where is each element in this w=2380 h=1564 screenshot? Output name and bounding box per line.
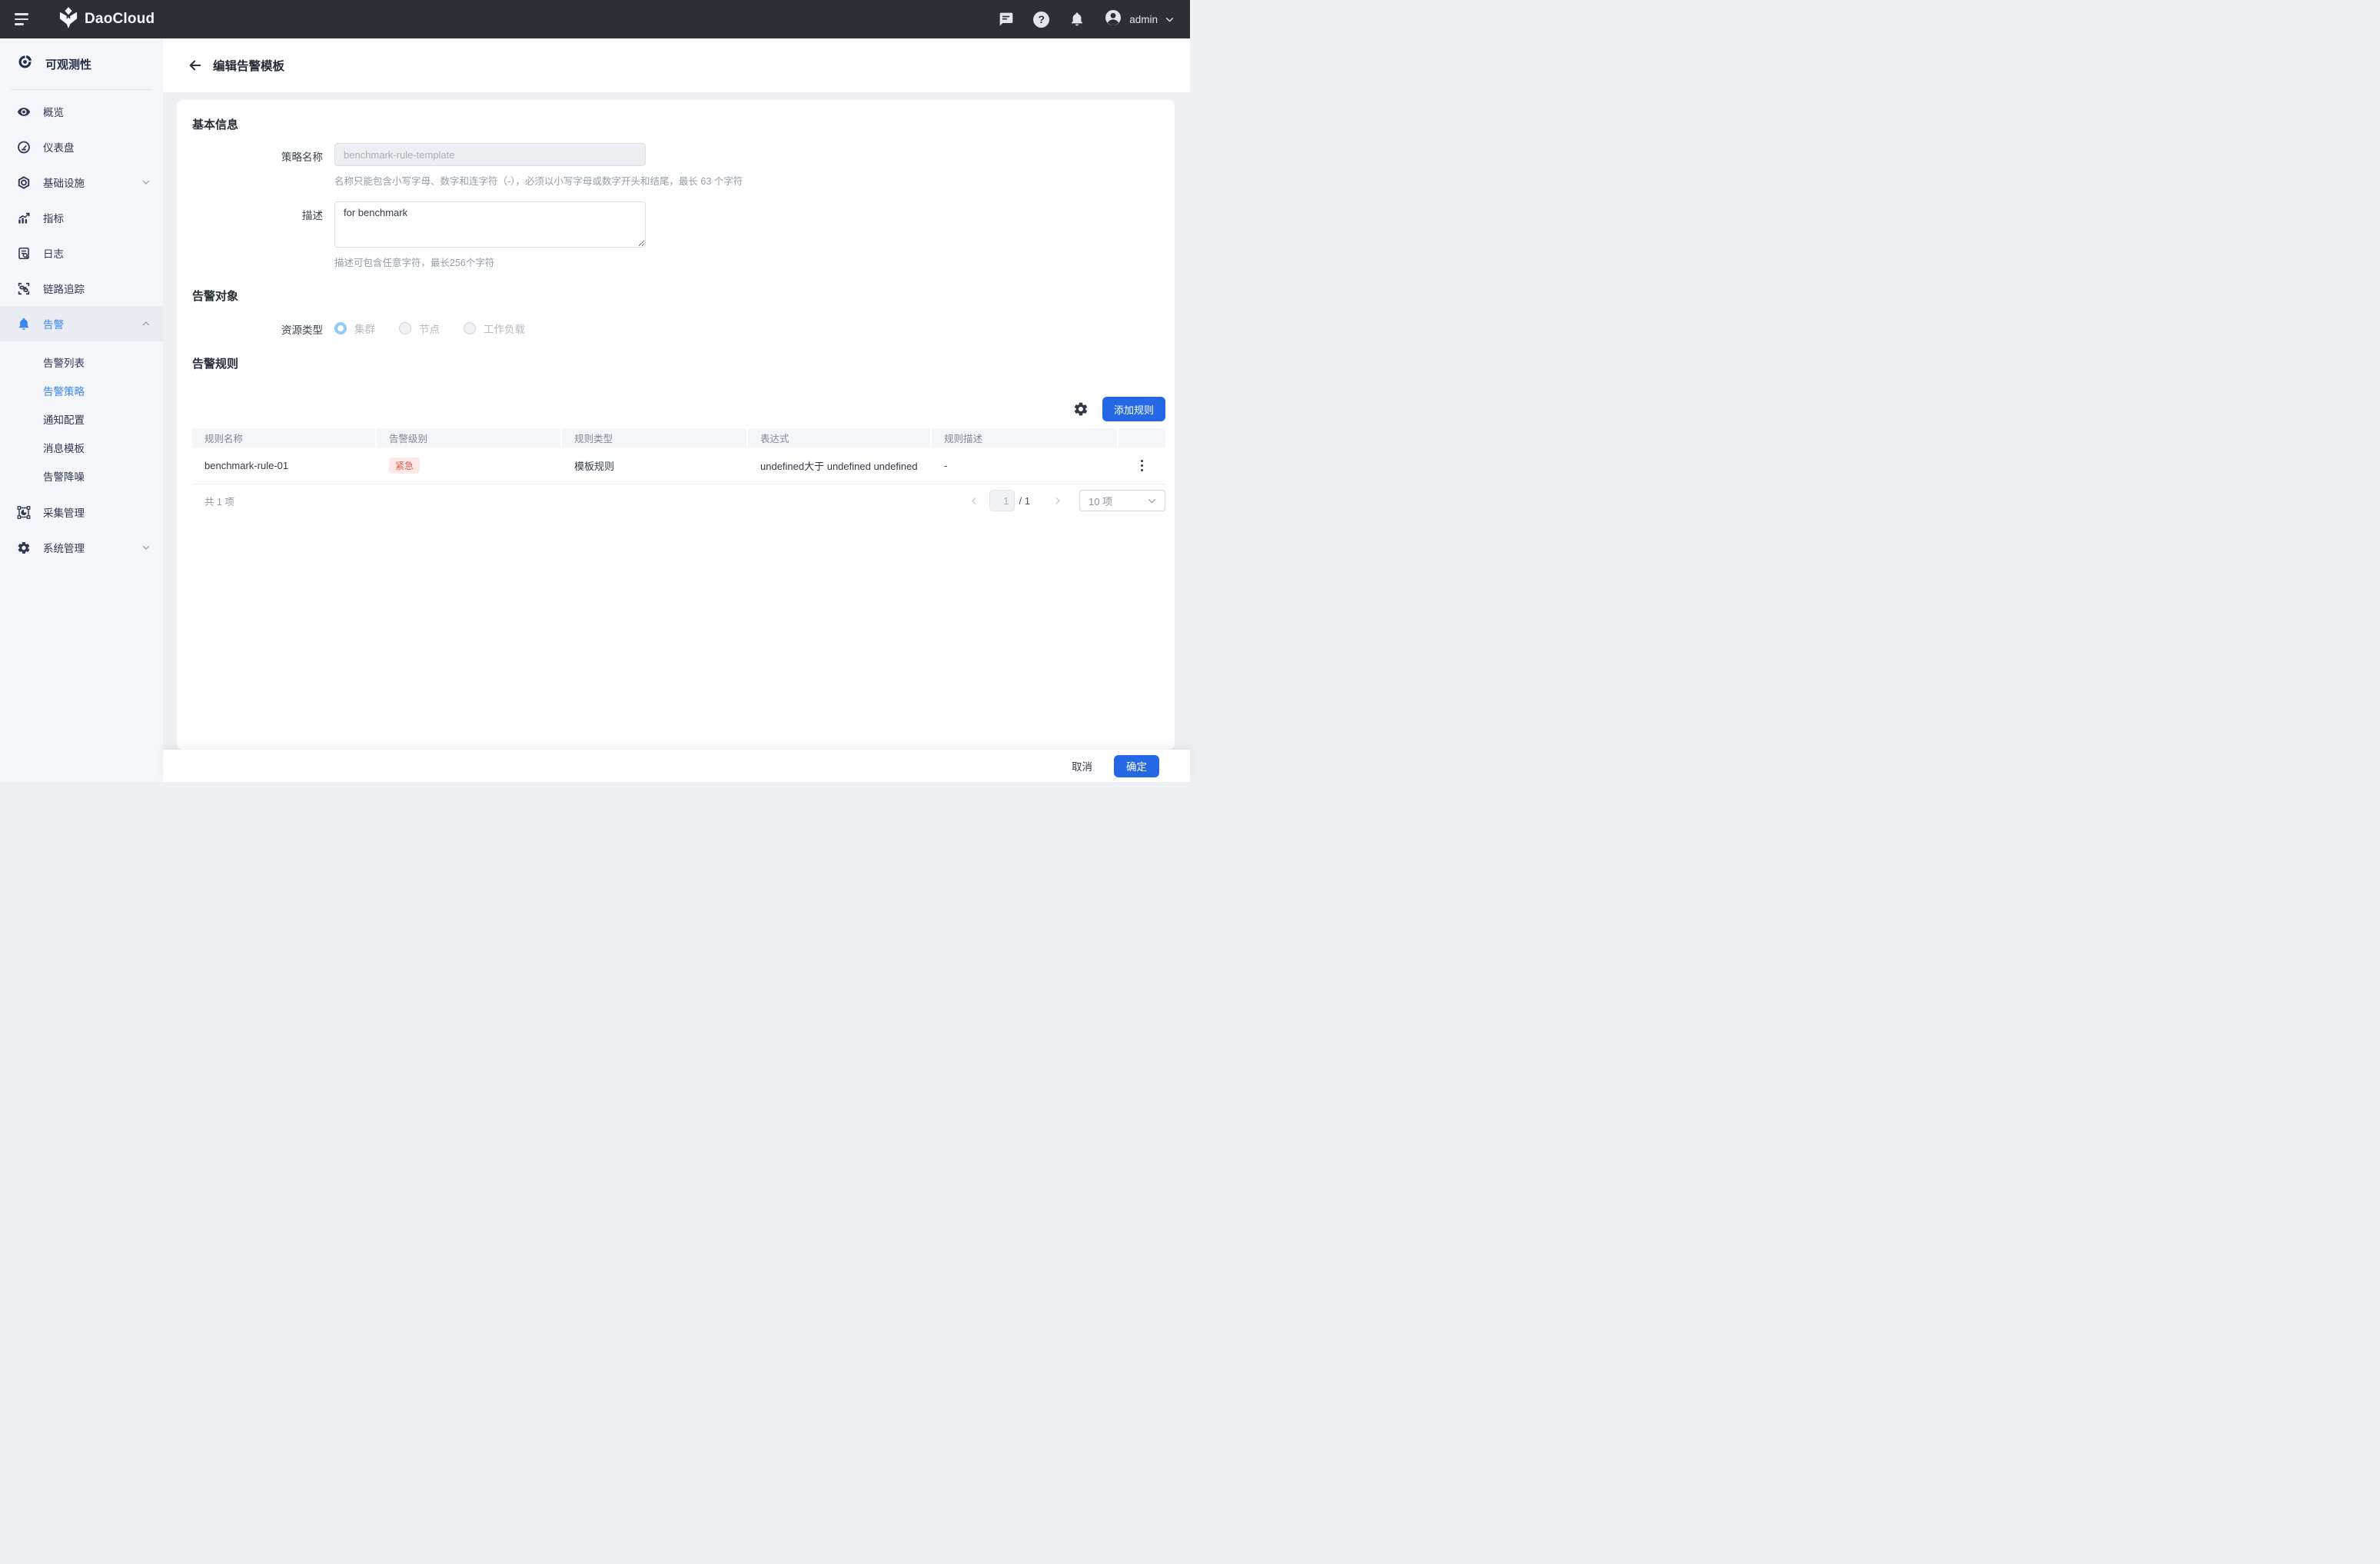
table-row: benchmark-rule-01 紧急 模板规则 undefined大于 un… [192, 448, 1165, 484]
user-menu[interactable]: admin [1104, 8, 1175, 31]
page-number-input[interactable] [989, 490, 1015, 511]
table-pagination: 共 1 项 / 1 1 [192, 484, 1165, 517]
description-hint: 描述可包含任意字符，最长256个字符 [334, 255, 646, 269]
observability-icon [16, 53, 34, 75]
policy-name-label: 策略名称 [192, 143, 323, 188]
sidebar-item-system[interactable]: 系统管理 [0, 530, 163, 565]
sidebar-item-infrastructure[interactable]: 基础设施 [0, 165, 163, 200]
cell-expression: undefined大于 undefined undefined [748, 458, 932, 473]
brand-name: DaoCloud [85, 11, 155, 28]
cell-rule-name: benchmark-rule-01 [192, 460, 377, 471]
col-actions [1119, 428, 1165, 448]
cell-rule-type: 模板规则 [562, 458, 748, 473]
sidebar-item-tracing[interactable]: 链路追踪 [0, 271, 163, 306]
chat-icon[interactable] [998, 12, 1014, 28]
username: admin [1129, 14, 1158, 25]
level-badge: 紧急 [389, 458, 420, 474]
page-title: 编辑告警模板 [213, 57, 284, 74]
description-label: 描述 [192, 201, 323, 269]
col-expression: 表达式 [748, 428, 932, 448]
total-count: 共 1 项 [204, 494, 234, 508]
sidebar-item-notify-config[interactable]: 通知配置 [0, 404, 163, 433]
description-textarea[interactable]: for benchmark [334, 201, 646, 248]
page-total: / 1 [1019, 495, 1030, 507]
trend-chart-icon [17, 211, 31, 225]
next-page-icon[interactable] [1052, 495, 1062, 506]
sidebar-item-collection[interactable]: 采集管理 [0, 494, 163, 530]
radio-unselected-icon [464, 322, 476, 334]
col-rule-desc: 规则描述 [932, 428, 1119, 448]
bell-icon [17, 317, 31, 331]
section-basic-info: 基本信息 [192, 116, 1165, 132]
page-header: 编辑告警模板 [163, 38, 1190, 92]
sidebar-item-metrics[interactable]: 指标 [0, 200, 163, 235]
topbar: DaoCloud ? admin [0, 0, 1190, 38]
daocloud-logo-icon [59, 7, 78, 32]
log-search-icon [17, 246, 31, 260]
section-alert-rules: 告警规则 [192, 355, 1165, 371]
collection-icon [17, 505, 31, 519]
sidebar: 可观测性 概览 仪表盘 [0, 38, 163, 782]
sidebar-item-message-template[interactable]: 消息模板 [0, 433, 163, 461]
radio-node[interactable]: 节点 [399, 321, 440, 336]
radio-cluster[interactable]: 集群 [334, 321, 375, 336]
sidebar-item-alert-silence[interactable]: 告警降噪 [0, 461, 163, 490]
sidebar-item-overview[interactable]: 概览 [0, 94, 163, 129]
content-area: 基本信息 策略名称 名称只能包含小写字母、数字和连字符（-），必须以小写字母或数… [163, 92, 1190, 750]
resource-type-label: 资源类型 [192, 314, 323, 337]
help-icon[interactable]: ? [1033, 12, 1049, 28]
avatar [1104, 8, 1122, 31]
cell-alert-level: 紧急 [377, 458, 562, 474]
sidebar-item-alerts[interactable]: 告警 [0, 306, 163, 341]
radio-selected-icon [334, 322, 347, 334]
eye-icon [17, 105, 31, 118]
section-alert-target: 告警对象 [192, 288, 1165, 304]
user-chevron-down-icon [1165, 15, 1175, 25]
hexagon-icon [17, 175, 31, 189]
app-window: DaoCloud ? admin [0, 0, 1190, 782]
cell-rule-desc: - [932, 460, 1119, 471]
notification-bell-icon[interactable] [1069, 12, 1085, 28]
chevron-down-icon [141, 543, 151, 552]
tracing-icon [17, 281, 31, 295]
add-rule-button[interactable]: 添加规则 [1102, 397, 1165, 421]
table-settings-gear-icon[interactable] [1073, 401, 1089, 417]
row-actions-kebab-icon[interactable] [1119, 460, 1165, 472]
confirm-button[interactable]: 确定 [1114, 755, 1159, 777]
sidebar-item-alert-policy[interactable]: 告警策略 [0, 376, 163, 404]
chevron-up-icon [141, 319, 151, 328]
page-size-select[interactable]: 10 项 [1079, 490, 1165, 511]
cancel-button[interactable]: 取消 [1072, 758, 1092, 774]
page-size-value: 10 项 [1089, 494, 1112, 508]
table-header-row: 规则名称 告警级别 规则类型 表达式 规则描述 [192, 428, 1165, 448]
policy-name-hint: 名称只能包含小写字母、数字和连字符（-），必须以小写字母或数字开头和结尾，最长 … [334, 173, 743, 188]
col-alert-level: 告警级别 [377, 428, 562, 448]
gear-icon [17, 541, 31, 554]
back-arrow-icon[interactable] [187, 57, 204, 74]
daocloud-logo[interactable]: DaoCloud [59, 7, 155, 32]
footer-action-bar: 取消 确定 [163, 750, 1190, 782]
module-title: 可观测性 [45, 56, 91, 72]
policy-name-input[interactable] [334, 143, 646, 166]
sidebar-item-logs[interactable]: 日志 [0, 235, 163, 271]
prev-page-icon[interactable] [969, 495, 980, 506]
col-rule-type: 规则类型 [562, 428, 748, 448]
sidebar-item-dashboard[interactable]: 仪表盘 [0, 129, 163, 165]
hamburger-menu-icon[interactable] [15, 13, 30, 25]
sidebar-item-alert-list[interactable]: 告警列表 [0, 348, 163, 376]
rules-table: 规则名称 告警级别 规则类型 表达式 规则描述 benchmark-rule-0… [192, 428, 1165, 517]
gauge-icon [17, 140, 31, 154]
chevron-down-icon [141, 178, 151, 187]
col-rule-name: 规则名称 [192, 428, 377, 448]
radio-workload[interactable]: 工作负载 [464, 321, 525, 336]
form-card: 基本信息 策略名称 名称只能包含小写字母、数字和连字符（-），必须以小写字母或数… [177, 100, 1175, 750]
radio-unselected-icon [399, 322, 411, 334]
select-chevron-down-icon [1147, 496, 1157, 506]
sidebar-header: 可观测性 [0, 38, 163, 89]
